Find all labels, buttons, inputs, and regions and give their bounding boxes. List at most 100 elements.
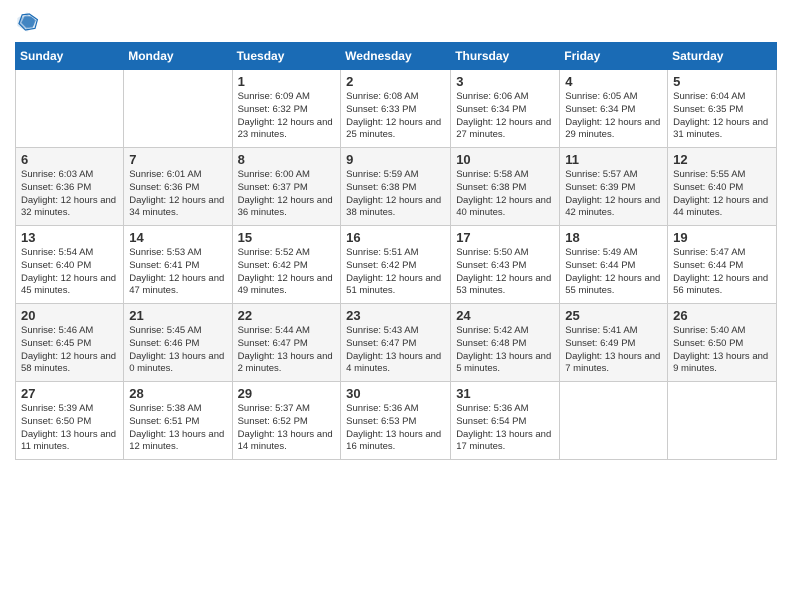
day-info: Sunrise: 5:38 AM Sunset: 6:51 PM Dayligh… (129, 403, 226, 454)
day-number: 8 (238, 152, 336, 167)
day-number: 23 (346, 308, 445, 323)
weekday-monday: Monday (124, 43, 232, 70)
calendar-cell: 28 Sunrise: 5:38 AM Sunset: 6:51 PM Dayli… (124, 382, 232, 460)
day-number: 30 (346, 386, 445, 401)
calendar-week-5: 27 Sunrise: 5:39 AM Sunset: 6:50 PM Dayli… (16, 382, 777, 460)
calendar-cell: 9Sunrise: 5:59 AM Sunset: 6:38 PM Daylig… (341, 148, 451, 226)
day-info: Sunrise: 6:05 AM Sunset: 6:34 PM Dayligh… (565, 91, 662, 142)
day-info: Sunrise: 5:45 AM Sunset: 6:46 PM Dayligh… (129, 325, 226, 376)
day-info: Sunrise: 5:49 AM Sunset: 6:44 PM Dayligh… (565, 247, 662, 298)
calendar-cell: 10 Sunrise: 5:58 AM Sunset: 6:38 PM Dayli… (451, 148, 560, 226)
calendar-cell: 24 Sunrise: 5:42 AM Sunset: 6:48 PM Dayli… (451, 304, 560, 382)
calendar-cell: 20Sunrise: 5:46 AM Sunset: 6:45 PM Dayli… (16, 304, 124, 382)
calendar-cell: 26 Sunrise: 5:40 AM Sunset: 6:50 PM Dayli… (668, 304, 777, 382)
calendar-cell: 13 Sunrise: 5:54 AM Sunset: 6:40 PM Dayli… (16, 226, 124, 304)
day-number: 28 (129, 386, 226, 401)
day-info: Sunrise: 5:39 AM Sunset: 6:50 PM Dayligh… (21, 403, 118, 454)
day-number: 10 (456, 152, 554, 167)
day-info: Sunrise: 5:37 AM Sunset: 6:52 PM Dayligh… (238, 403, 336, 454)
day-info: Sunrise: 5:42 AM Sunset: 6:48 PM Dayligh… (456, 325, 554, 376)
day-number: 11 (565, 152, 662, 167)
weekday-header-row: SundayMondayTuesdayWednesdayThursdayFrid… (16, 43, 777, 70)
day-info: Sunrise: 5:41 AM Sunset: 6:49 PM Dayligh… (565, 325, 662, 376)
day-info: Sunrise: 6:04 AM Sunset: 6:35 PM Dayligh… (673, 91, 771, 142)
day-info: Sunrise: 6:03 AM Sunset: 6:36 PM Dayligh… (21, 169, 118, 220)
weekday-tuesday: Tuesday (232, 43, 341, 70)
day-info: Sunrise: 5:52 AM Sunset: 6:42 PM Dayligh… (238, 247, 336, 298)
calendar-cell: 29Sunrise: 5:37 AM Sunset: 6:52 PM Dayli… (232, 382, 341, 460)
calendar-cell: 1 Sunrise: 6:09 AM Sunset: 6:32 PM Daylig… (232, 70, 341, 148)
weekday-sunday: Sunday (16, 43, 124, 70)
day-number: 22 (238, 308, 336, 323)
calendar-week-2: 6 Sunrise: 6:03 AM Sunset: 6:36 PM Daylig… (16, 148, 777, 226)
calendar-cell: 5 Sunrise: 6:04 AM Sunset: 6:35 PM Daylig… (668, 70, 777, 148)
logo (15, 10, 43, 34)
day-number: 16 (346, 230, 445, 245)
day-info: Sunrise: 5:46 AM Sunset: 6:45 PM Dayligh… (21, 325, 118, 376)
calendar-cell: 12 Sunrise: 5:55 AM Sunset: 6:40 PM Dayli… (668, 148, 777, 226)
calendar-cell (668, 382, 777, 460)
calendar-cell: 17 Sunrise: 5:50 AM Sunset: 6:43 PM Dayli… (451, 226, 560, 304)
calendar-cell: 30 Sunrise: 5:36 AM Sunset: 6:53 PM Dayli… (341, 382, 451, 460)
day-number: 24 (456, 308, 554, 323)
day-number: 14 (129, 230, 226, 245)
calendar-cell (124, 70, 232, 148)
calendar-cell: 15 Sunrise: 5:52 AM Sunset: 6:42 PM Dayli… (232, 226, 341, 304)
day-info: Sunrise: 6:09 AM Sunset: 6:32 PM Dayligh… (238, 91, 336, 142)
day-number: 4 (565, 74, 662, 89)
day-info: Sunrise: 5:50 AM Sunset: 6:43 PM Dayligh… (456, 247, 554, 298)
calendar: SundayMondayTuesdayWednesdayThursdayFrid… (15, 42, 777, 460)
day-info: Sunrise: 5:44 AM Sunset: 6:47 PM Dayligh… (238, 325, 336, 376)
day-number: 5 (673, 74, 771, 89)
day-number: 27 (21, 386, 118, 401)
day-number: 9 (346, 152, 445, 167)
day-number: 21 (129, 308, 226, 323)
calendar-cell: 14Sunrise: 5:53 AM Sunset: 6:41 PM Dayli… (124, 226, 232, 304)
day-number: 2 (346, 74, 445, 89)
calendar-cell: 22 Sunrise: 5:44 AM Sunset: 6:47 PM Dayli… (232, 304, 341, 382)
day-number: 31 (456, 386, 554, 401)
calendar-week-4: 20Sunrise: 5:46 AM Sunset: 6:45 PM Dayli… (16, 304, 777, 382)
calendar-cell: 11 Sunrise: 5:57 AM Sunset: 6:39 PM Dayli… (560, 148, 668, 226)
day-number: 13 (21, 230, 118, 245)
calendar-cell: 18 Sunrise: 5:49 AM Sunset: 6:44 PM Dayli… (560, 226, 668, 304)
day-number: 3 (456, 74, 554, 89)
calendar-cell: 3 Sunrise: 6:06 AM Sunset: 6:34 PM Daylig… (451, 70, 560, 148)
day-number: 12 (673, 152, 771, 167)
day-info: Sunrise: 5:54 AM Sunset: 6:40 PM Dayligh… (21, 247, 118, 298)
day-number: 7 (129, 152, 226, 167)
calendar-cell: 31Sunrise: 5:36 AM Sunset: 6:54 PM Dayli… (451, 382, 560, 460)
calendar-cell: 4 Sunrise: 6:05 AM Sunset: 6:34 PM Daylig… (560, 70, 668, 148)
day-info: Sunrise: 6:08 AM Sunset: 6:33 PM Dayligh… (346, 91, 445, 142)
day-number: 19 (673, 230, 771, 245)
day-info: Sunrise: 5:55 AM Sunset: 6:40 PM Dayligh… (673, 169, 771, 220)
calendar-cell (16, 70, 124, 148)
day-number: 1 (238, 74, 336, 89)
day-info: Sunrise: 5:36 AM Sunset: 6:53 PM Dayligh… (346, 403, 445, 454)
day-number: 26 (673, 308, 771, 323)
calendar-cell: 2 Sunrise: 6:08 AM Sunset: 6:33 PM Daylig… (341, 70, 451, 148)
day-number: 6 (21, 152, 118, 167)
page: SundayMondayTuesdayWednesdayThursdayFrid… (0, 0, 792, 612)
day-info: Sunrise: 6:00 AM Sunset: 6:37 PM Dayligh… (238, 169, 336, 220)
day-info: Sunrise: 5:58 AM Sunset: 6:38 PM Dayligh… (456, 169, 554, 220)
weekday-friday: Friday (560, 43, 668, 70)
day-number: 15 (238, 230, 336, 245)
day-info: Sunrise: 5:40 AM Sunset: 6:50 PM Dayligh… (673, 325, 771, 376)
calendar-cell (560, 382, 668, 460)
day-info: Sunrise: 6:06 AM Sunset: 6:34 PM Dayligh… (456, 91, 554, 142)
calendar-week-1: 1 Sunrise: 6:09 AM Sunset: 6:32 PM Daylig… (16, 70, 777, 148)
calendar-cell: 27 Sunrise: 5:39 AM Sunset: 6:50 PM Dayli… (16, 382, 124, 460)
calendar-cell: 16 Sunrise: 5:51 AM Sunset: 6:42 PM Dayli… (341, 226, 451, 304)
day-number: 17 (456, 230, 554, 245)
calendar-cell: 6 Sunrise: 6:03 AM Sunset: 6:36 PM Daylig… (16, 148, 124, 226)
day-info: Sunrise: 6:01 AM Sunset: 6:36 PM Dayligh… (129, 169, 226, 220)
day-info: Sunrise: 5:51 AM Sunset: 6:42 PM Dayligh… (346, 247, 445, 298)
calendar-cell: 23Sunrise: 5:43 AM Sunset: 6:47 PM Dayli… (341, 304, 451, 382)
weekday-thursday: Thursday (451, 43, 560, 70)
calendar-cell: 8 Sunrise: 6:00 AM Sunset: 6:37 PM Daylig… (232, 148, 341, 226)
weekday-wednesday: Wednesday (341, 43, 451, 70)
day-info: Sunrise: 5:57 AM Sunset: 6:39 PM Dayligh… (565, 169, 662, 220)
day-number: 18 (565, 230, 662, 245)
day-number: 25 (565, 308, 662, 323)
